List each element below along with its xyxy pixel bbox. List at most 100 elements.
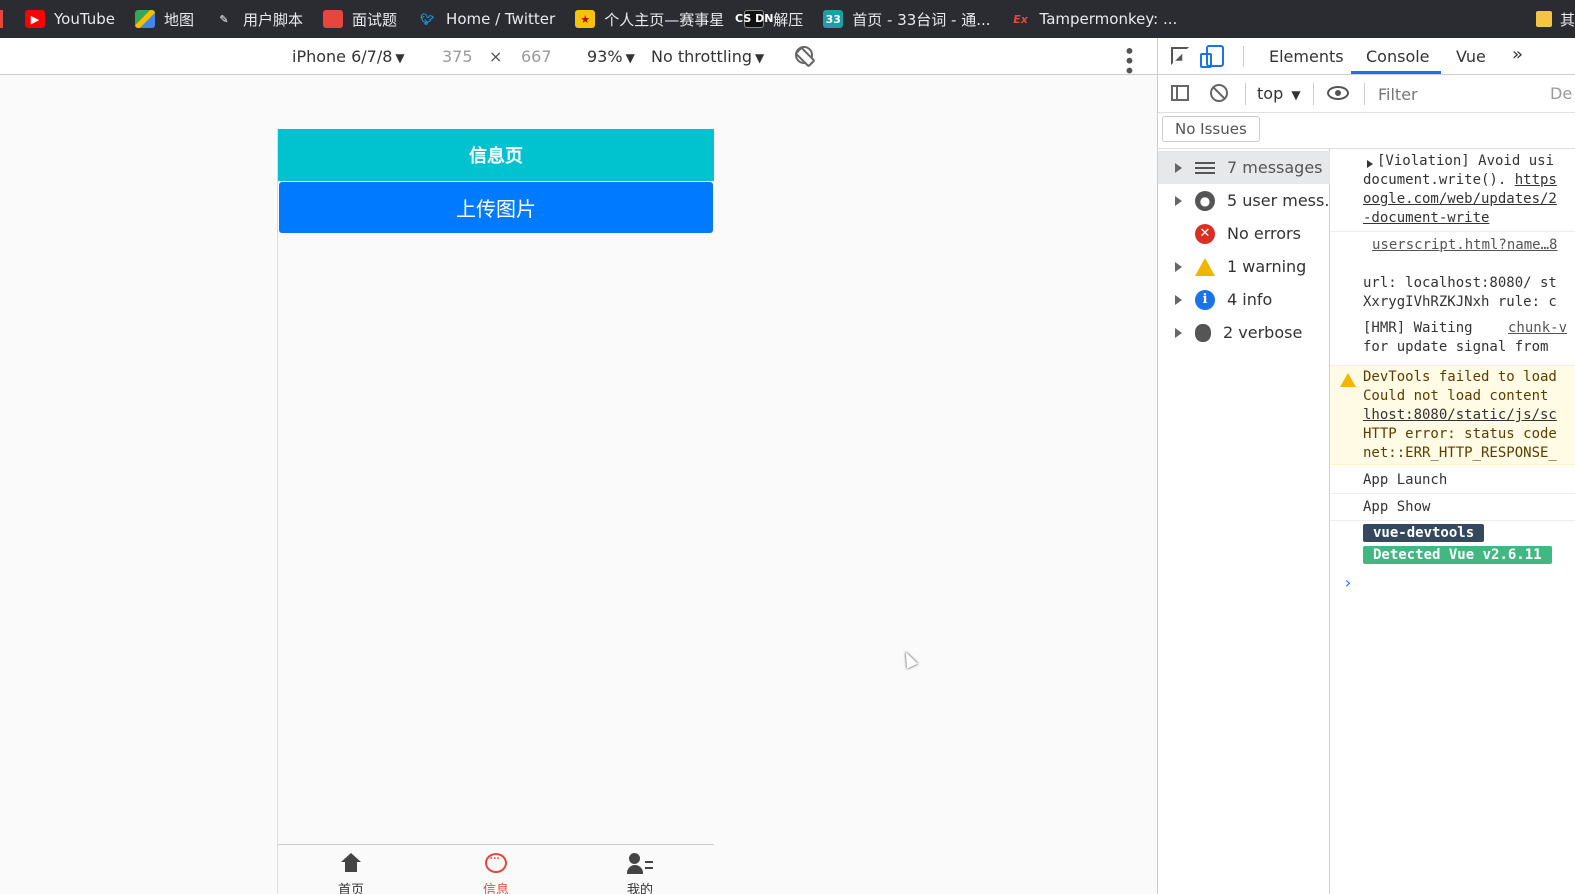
sidebar-item-warnings[interactable]: 1 warning: [1158, 250, 1330, 283]
inspect-element-icon[interactable]: [1171, 47, 1189, 65]
bookmark-33[interactable]: 33 首页 - 33台词 - 通...: [813, 0, 1000, 38]
height-input[interactable]: 667: [521, 47, 552, 66]
more-options-icon[interactable]: •••: [1117, 45, 1141, 74]
log-text: for update signal from: [1363, 339, 1549, 355]
tab-home[interactable]: 首页: [321, 853, 381, 894]
log-entry-url: url: localhost:8080/ st XxrygIVhRZKJNxh …: [1330, 269, 1575, 313]
width-input[interactable]: 375: [442, 47, 473, 66]
warning-icon: [1195, 257, 1215, 276]
active-tab-indicator: [1351, 71, 1441, 74]
log-text: Could not load content: [1363, 388, 1549, 404]
default-levels-select[interactable]: De: [1550, 84, 1572, 103]
bookmark-label: 其: [1559, 10, 1575, 29]
console-log: [Violation] Avoid usi document.write(). …: [1330, 149, 1575, 894]
throttle-select[interactable]: No throttling ▼: [651, 47, 764, 66]
home-icon: [341, 853, 361, 873]
folder-icon: [1535, 11, 1552, 27]
device-select[interactable]: iPhone 6/7/8 ▼: [292, 47, 405, 66]
log-text: url: localhost:8080/ st: [1363, 275, 1557, 291]
device-label: iPhone 6/7/8: [292, 47, 393, 66]
bookmark-maps[interactable]: 地图: [125, 0, 204, 38]
bookmark-label: 首页 - 33台词 - 通...: [852, 10, 991, 29]
bookmark-label: 个人主页—赛事星: [604, 10, 725, 29]
bookmark-twitter[interactable]: 🐦︎ Home / Twitter: [407, 0, 565, 38]
bookmark-label: Home / Twitter: [446, 10, 556, 28]
zoom-select[interactable]: 93% ▼: [587, 47, 635, 66]
log-link[interactable]: lhost:8080/static/js/sc: [1363, 407, 1557, 423]
expand-arrow-icon[interactable]: [1175, 327, 1182, 338]
chevron-down-icon: ▼: [395, 51, 405, 65]
tab-mine[interactable]: 我的: [610, 853, 670, 894]
log-text: App Launch: [1363, 472, 1448, 488]
device-toggle-icon[interactable]: [1200, 45, 1224, 68]
console-prompt-icon[interactable]: ›: [1343, 573, 1353, 592]
bookmark-label: Tampermonkey: ...: [1039, 10, 1178, 28]
tab-vue[interactable]: Vue: [1456, 47, 1486, 66]
bookmark-folder-other[interactable]: 其: [1525, 0, 1575, 38]
sidebar-item-label: No errors: [1227, 224, 1301, 243]
expand-arrow-icon[interactable]: [1367, 160, 1373, 168]
sidebar-item-errors[interactable]: ✕ No errors: [1158, 217, 1330, 250]
33-icon: 33: [823, 10, 844, 28]
ex-icon: Ex: [1013, 12, 1028, 26]
clear-console-icon[interactable]: [1210, 84, 1228, 102]
sidebar-item-verbose[interactable]: 2 verbose: [1158, 316, 1330, 349]
bookmark-jieya[interactable]: CS DN 解压: [734, 0, 813, 38]
expand-arrow-icon[interactable]: [1175, 294, 1182, 305]
log-text: App Show: [1363, 499, 1431, 515]
bookmark-userscript[interactable]: ✎ 用户脚本: [204, 0, 313, 38]
expand-arrow-icon[interactable]: [1175, 261, 1182, 272]
log-text: HTTP error: status code: [1363, 426, 1557, 442]
bookmarks-bar: ▶ YouTube 地图 ✎ 用户脚本 面试题 🐦︎ Home / Twitte…: [0, 0, 1575, 38]
user-circle-icon: ●: [1195, 190, 1215, 211]
log-link[interactable]: -document-write: [1363, 210, 1489, 226]
bookmark-label: 面试题: [352, 10, 398, 29]
upload-image-button[interactable]: 上传图片: [279, 182, 713, 233]
vue-version-badge: Detected Vue v2.6.11: [1363, 546, 1552, 564]
filter-input[interactable]: [1372, 81, 1572, 107]
log-link[interactable]: oogle.com/web/updates/2: [1363, 191, 1557, 207]
expand-arrow-icon[interactable]: [1175, 195, 1182, 206]
sidebar-toggle-icon[interactable]: [1171, 85, 1189, 101]
bookmark-youtube[interactable]: ▶ YouTube: [15, 0, 125, 38]
log-link[interactable]: chunk-v: [1508, 320, 1567, 336]
bookmark-interview[interactable]: 面试题: [313, 0, 407, 38]
twitter-icon: 🐦︎: [420, 12, 435, 26]
sidebar-item-info[interactable]: i 4 info: [1158, 283, 1330, 316]
sidebar-item-user-messages[interactable]: ● 5 user mess...: [1158, 184, 1330, 217]
phone-page: 信息页 上传图片 首页 信息 我的: [277, 129, 714, 894]
interview-icon: [323, 10, 344, 28]
tab-label: 我的: [626, 883, 653, 894]
devtools-panel: Elements Console Vue » top ▼ De No Issue…: [1157, 38, 1575, 894]
rotate-icon[interactable]: [795, 46, 813, 64]
bookmark-tampermonkey[interactable]: Ex Tampermonkey: ...: [1001, 0, 1188, 38]
more-tabs-icon[interactable]: »: [1512, 44, 1523, 65]
bookmark-label: YouTube: [54, 10, 115, 28]
star-icon: ★: [575, 10, 596, 28]
context-label: top: [1257, 84, 1284, 103]
chevron-down-icon: ▼: [625, 51, 635, 65]
sidebar-item-messages[interactable]: 7 messages: [1158, 151, 1330, 184]
issues-button[interactable]: No Issues: [1162, 116, 1260, 142]
log-text: [Violation] Avoid usi: [1377, 153, 1555, 169]
expand-arrow-icon[interactable]: [1175, 162, 1182, 173]
log-link[interactable]: https: [1515, 172, 1557, 188]
list-icon: [1195, 161, 1215, 174]
sidebar-item-label: 4 info: [1227, 290, 1273, 309]
tab-label: 信息: [482, 883, 509, 894]
context-select[interactable]: top ▼: [1257, 84, 1301, 103]
tab-message[interactable]: 信息: [466, 851, 526, 894]
log-text: document.write().: [1363, 172, 1515, 188]
tab-console[interactable]: Console: [1366, 47, 1430, 66]
eye-icon[interactable]: [1327, 86, 1349, 100]
devtools-tab-strip: Elements Console Vue »: [1158, 38, 1575, 75]
bookmark-saishixing[interactable]: ★ 个人主页—赛事星: [565, 0, 734, 38]
log-text: DevTools failed to load: [1363, 369, 1557, 385]
tab-elements[interactable]: Elements: [1269, 47, 1344, 66]
divider: [1330, 520, 1575, 521]
message-icon: [485, 851, 507, 873]
bookmark-edge: [0, 10, 3, 28]
source-link[interactable]: userscript.html?name…8: [1372, 237, 1557, 253]
sidebar-item-label: 7 messages: [1227, 158, 1323, 177]
log-text: [HMR] Waiting: [1363, 320, 1473, 336]
